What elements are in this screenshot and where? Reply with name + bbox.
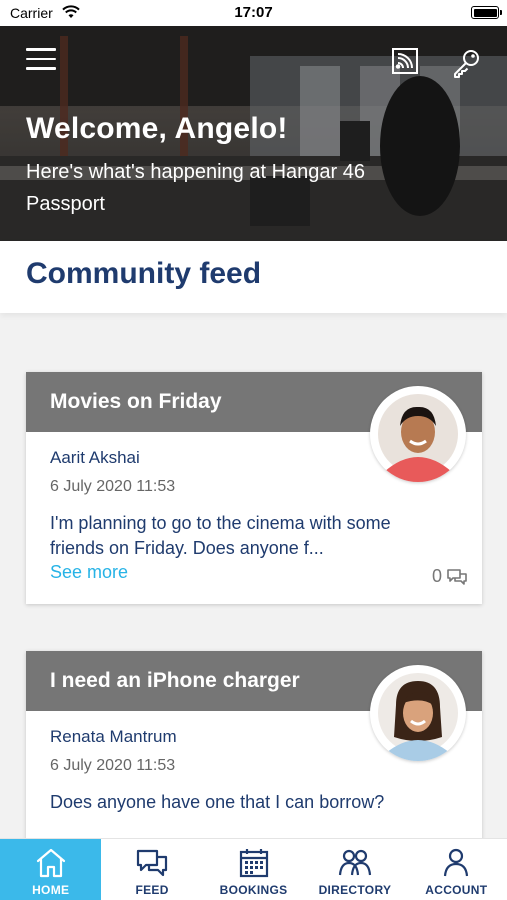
tab-account[interactable]: ACCOUNT (406, 839, 507, 900)
person-icon (444, 848, 469, 877)
tab-label: ACCOUNT (425, 883, 488, 897)
calendar-icon (239, 849, 268, 878)
tab-directory[interactable]: DIRECTORY (304, 839, 405, 900)
bottom-tab-bar: HOME FEED BOOKINGS DIRECTORY ACCOUNT (0, 838, 507, 900)
clock: 17:07 (234, 4, 273, 21)
hamburger-icon (26, 48, 56, 51)
feed-post-card[interactable]: Movies on Friday Aarit Akshai 6 July 202… (26, 372, 482, 604)
tab-home[interactable]: HOME (0, 839, 102, 900)
hero-banner: Welcome, Angelo! Here's what's happening… (0, 26, 507, 241)
status-bar: Carrier 17:07 (0, 0, 507, 26)
tab-bookings[interactable]: BOOKINGS (203, 839, 304, 900)
page-title: Community feed (26, 257, 262, 290)
male-avatar-icon[interactable] (370, 386, 466, 482)
tab-feed[interactable]: FEED (101, 839, 202, 900)
cast-icon[interactable] (392, 48, 418, 74)
tab-label: FEED (135, 883, 169, 897)
chat-icon (137, 849, 168, 877)
post-body: Does anyone have one that I can borrow? (50, 792, 385, 812)
feed-post-card[interactable]: I need an iPhone charger Renata Mantrum … (26, 651, 482, 851)
post-title: I need an iPhone charger (50, 669, 300, 692)
welcome-heading: Welcome, Angelo! (26, 112, 288, 145)
avatar-photo (378, 394, 458, 482)
tab-label: BOOKINGS (219, 883, 288, 897)
post-date: 6 July 2020 11:53 (50, 478, 176, 495)
comment-icon (447, 568, 467, 585)
post-author[interactable]: Aarit Akshai (50, 448, 140, 468)
comment-count[interactable]: 0 (432, 566, 468, 587)
people-icon (338, 849, 372, 876)
home-icon (36, 848, 65, 878)
key-icon[interactable] (451, 48, 481, 78)
comment-count-value: 0 (431, 566, 442, 586)
see-more-link[interactable]: See more (50, 562, 128, 583)
post-title: Movies on Friday (50, 390, 222, 413)
welcome-subtitle: Here's what's happening at Hangar 46 Pas… (26, 161, 365, 215)
tab-label: HOME (32, 883, 70, 897)
battery-icon (471, 6, 502, 19)
post-author[interactable]: Renata Mantrum (50, 727, 177, 747)
post-body: I'm planning to go to the cinema with so… (50, 513, 391, 558)
avatar-photo (378, 673, 458, 761)
menu-button[interactable] (26, 48, 56, 72)
section-header: Community feed (0, 241, 507, 313)
female-avatar-icon[interactable] (370, 665, 466, 761)
tab-label: DIRECTORY (318, 883, 392, 897)
post-date: 6 July 2020 11:53 (50, 757, 176, 774)
